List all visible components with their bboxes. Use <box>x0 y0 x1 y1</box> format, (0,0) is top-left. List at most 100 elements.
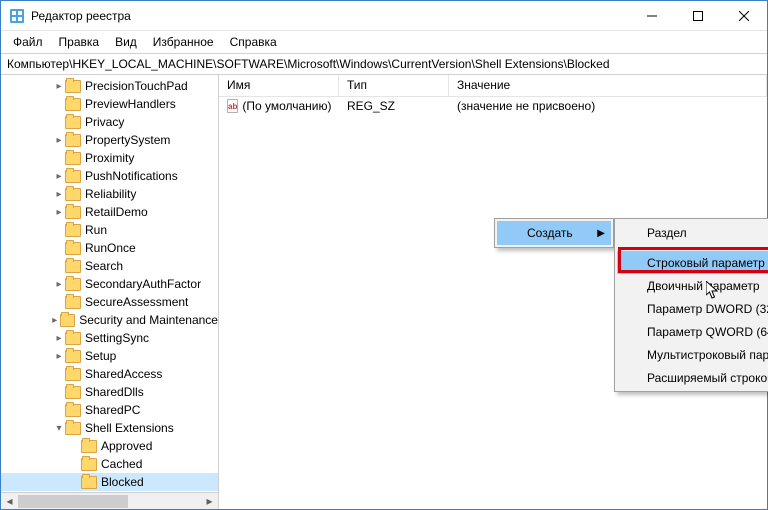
folder-icon <box>65 242 81 255</box>
folder-icon <box>81 476 97 489</box>
string-value-icon: ab <box>227 99 238 113</box>
tree-item[interactable]: ▸ Security and Maintenance <box>1 311 218 329</box>
submenu-qword[interactable]: Параметр QWORD (64 бита) <box>617 320 768 343</box>
tree-item[interactable]: PreviewHandlers <box>1 95 218 113</box>
address-bar[interactable]: Компьютер\HKEY_LOCAL_MACHINE\SOFTWARE\Mi… <box>1 53 767 75</box>
menu-help[interactable]: Справка <box>222 33 285 51</box>
folder-icon <box>65 224 81 237</box>
menu-item-create[interactable]: Создать ▶ <box>497 221 611 245</box>
expand-icon[interactable]: ▸ <box>53 81 65 92</box>
expand-icon[interactable]: ▸ <box>53 333 65 344</box>
tree-item[interactable]: SharedAccess <box>1 365 218 383</box>
tree-item-label: SharedPC <box>85 403 140 417</box>
tree-item[interactable]: Blocked <box>1 473 218 491</box>
expand-icon[interactable]: ▸ <box>53 189 65 200</box>
values-pane: Имя Тип Значение ab (По умолчанию) REG_S… <box>219 75 767 509</box>
minimize-button[interactable] <box>629 1 675 30</box>
tree-item-label: Cached <box>101 457 142 471</box>
folder-icon <box>65 260 81 273</box>
folder-icon <box>65 332 81 345</box>
tree-item[interactable]: ▸Setup <box>1 347 218 365</box>
tree-item[interactable]: Proximity <box>1 149 218 167</box>
folder-icon <box>65 152 81 165</box>
folder-icon <box>65 350 81 363</box>
tree-item-label: Run <box>85 223 107 237</box>
expand-icon[interactable]: ▸ <box>53 279 65 290</box>
tree-item[interactable]: ▸ SecondaryAuthFactor <box>1 275 218 293</box>
tree-item[interactable]: ▸Reliability <box>1 185 218 203</box>
scroll-right-icon[interactable]: ▸ <box>201 493 218 510</box>
tree-item[interactable]: ▸PropertySystem <box>1 131 218 149</box>
tree-item[interactable]: SharedPC <box>1 401 218 419</box>
expand-icon[interactable]: ▸ <box>53 207 65 218</box>
tree-item[interactable]: ▸ PushNotifications <box>1 167 218 185</box>
column-name[interactable]: Имя <box>219 75 339 96</box>
submenu-expandstring[interactable]: Расширяемый строковый параметр <box>617 366 768 389</box>
column-type[interactable]: Тип <box>339 75 449 96</box>
tree-item-label: Privacy <box>85 115 124 129</box>
folder-icon <box>81 458 97 471</box>
menu-view[interactable]: Вид <box>107 33 145 51</box>
tree-item[interactable]: Cached <box>1 455 218 473</box>
submenu-dword[interactable]: Параметр DWORD (32 бита) <box>617 297 768 320</box>
tree-item[interactable]: Approved <box>1 437 218 455</box>
context-submenu: Раздел Строковый параметр Двоичный парам… <box>614 218 768 392</box>
collapse-icon[interactable]: ▾ <box>53 423 65 434</box>
value-type: REG_SZ <box>339 99 449 113</box>
menu-edit[interactable]: Правка <box>51 33 108 51</box>
folder-icon <box>81 440 97 453</box>
value-data: (значение не присвоено) <box>449 99 767 113</box>
context-menu: Создать ▶ <box>494 218 614 248</box>
tree-item[interactable]: Privacy <box>1 113 218 131</box>
folder-icon <box>65 386 81 399</box>
tree-item[interactable]: SecureAssessment <box>1 293 218 311</box>
tree-item[interactable]: ▾ Shell Extensions <box>1 419 218 437</box>
menu-favorites[interactable]: Избранное <box>145 33 222 51</box>
tree-item-label: Search <box>85 259 123 273</box>
tree-item-label: SecondaryAuthFactor <box>85 277 201 291</box>
app-icon <box>9 8 25 24</box>
tree-item-label: SharedAccess <box>85 367 162 381</box>
submenu-multistring[interactable]: Мультистроковый параметр <box>617 343 768 366</box>
scroll-thumb[interactable] <box>18 495 128 508</box>
tree-item-label: SharedDlls <box>85 385 144 399</box>
tree-item-label: Security and Maintenance <box>79 313 218 327</box>
expand-icon[interactable]: ▸ <box>53 171 65 182</box>
folder-icon <box>60 314 75 327</box>
menu-file[interactable]: Файл <box>5 33 51 51</box>
tree-item-label: Blocked <box>101 475 144 489</box>
expand-icon[interactable]: ▸ <box>49 315 60 326</box>
title-bar: Редактор реестра <box>1 1 767 31</box>
tree-hscrollbar[interactable]: ◂ ▸ <box>1 492 218 509</box>
close-button[interactable] <box>721 1 767 30</box>
maximize-button[interactable] <box>675 1 721 30</box>
menu-separator <box>647 247 768 248</box>
expand-icon[interactable]: ▸ <box>53 351 65 362</box>
tree-item-label: PushNotifications <box>85 169 178 183</box>
folder-icon <box>65 296 81 309</box>
submenu-binary[interactable]: Двоичный параметр <box>617 274 768 297</box>
window-title: Редактор реестра <box>31 9 629 23</box>
submenu-key[interactable]: Раздел <box>617 221 768 244</box>
folder-icon <box>65 98 81 111</box>
tree-item-label: PrecisionTouchPad <box>85 79 188 93</box>
tree-item-label: Shell Extensions <box>85 421 174 435</box>
folder-icon <box>65 206 81 219</box>
folder-icon <box>65 278 81 291</box>
tree-item-label: SecureAssessment <box>85 295 188 309</box>
tree-item[interactable]: RunOnce <box>1 239 218 257</box>
tree-item[interactable]: ▸ PrecisionTouchPad <box>1 77 218 95</box>
tree-item[interactable]: ▸RetailDemo <box>1 203 218 221</box>
tree-item[interactable]: Run <box>1 221 218 239</box>
folder-icon <box>65 368 81 381</box>
tree-item[interactable]: Search <box>1 257 218 275</box>
folder-icon <box>65 422 81 435</box>
column-value[interactable]: Значение <box>449 75 767 96</box>
value-row[interactable]: ab (По умолчанию) REG_SZ (значение не пр… <box>219 97 767 115</box>
submenu-string[interactable]: Строковый параметр <box>617 251 768 274</box>
expand-icon[interactable]: ▸ <box>53 135 65 146</box>
tree-item[interactable]: SharedDlls <box>1 383 218 401</box>
tree-item[interactable]: ▸SettingSync <box>1 329 218 347</box>
scroll-left-icon[interactable]: ◂ <box>1 493 18 510</box>
folder-icon <box>65 170 81 183</box>
